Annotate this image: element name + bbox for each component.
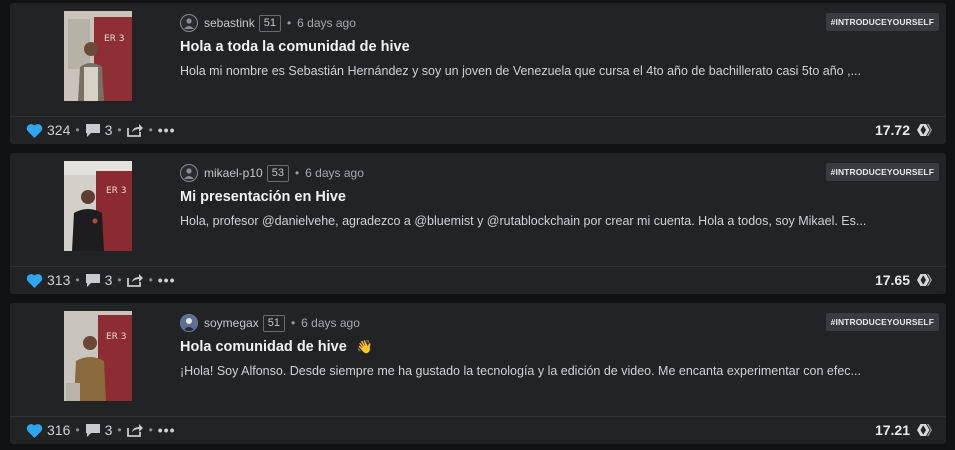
author-name[interactable]: soymegax: [204, 316, 259, 330]
payout-value[interactable]: 17.21: [875, 422, 910, 438]
card-divider: [10, 266, 946, 267]
post-actions: 313 • 3 • • •••: [26, 268, 175, 292]
share-icon[interactable]: [126, 423, 144, 437]
post-feed: ER 3 sebastink 51 • 6 days ago #INTRODUC…: [0, 0, 955, 450]
heart-icon[interactable]: [26, 123, 43, 138]
vote-count[interactable]: 324: [47, 122, 70, 138]
share-icon[interactable]: [126, 273, 144, 287]
action-separator: •: [117, 423, 122, 437]
comment-count[interactable]: 3: [105, 122, 113, 138]
post-excerpt[interactable]: Hola mi nombre es Sebastián Hernández y …: [180, 64, 920, 78]
more-options-icon[interactable]: •••: [158, 272, 176, 288]
svg-text:ER 3: ER 3: [104, 34, 125, 44]
card-divider: [10, 116, 946, 117]
community-tag[interactable]: #INTRODUCEYOURSELF: [825, 313, 939, 331]
post-card: ER 3 mikael-p10 53 • 6 days ago #INTRODU…: [10, 153, 946, 294]
hive-logo-icon: [916, 123, 932, 137]
post-title[interactable]: Hola comunidad de hive 👋: [180, 339, 373, 355]
community-tag[interactable]: #INTRODUCEYOURSELF: [825, 163, 939, 181]
svg-text:ER 3: ER 3: [106, 186, 127, 196]
meta-separator: •: [286, 16, 292, 30]
user-placeholder-icon[interactable]: [180, 14, 198, 32]
action-separator: •: [148, 423, 153, 437]
card-divider: [10, 416, 946, 417]
post-title-text[interactable]: Hola comunidad de hive: [180, 339, 347, 355]
action-separator: •: [75, 423, 80, 437]
post-body[interactable]: ER 3 sebastink 51 • 6 days ago #INTRODUC…: [10, 3, 946, 116]
hive-logo-icon: [916, 273, 932, 287]
payout-value[interactable]: 17.72: [875, 122, 910, 138]
svg-text:ER 3: ER 3: [106, 332, 127, 342]
vote-count[interactable]: 316: [47, 422, 70, 438]
post-title[interactable]: Hola a toda la comunidad de hive: [180, 39, 410, 55]
reputation-badge: 51: [258, 14, 281, 32]
post-thumbnail[interactable]: ER 3: [64, 311, 132, 401]
post-actions: 324 • 3 • • •••: [26, 118, 175, 142]
payout[interactable]: 17.65: [875, 268, 932, 292]
reputation-badge: 51: [262, 314, 285, 332]
action-separator: •: [148, 123, 153, 137]
action-separator: •: [117, 273, 122, 287]
waving-hand-emoji: 👋: [356, 339, 373, 354]
user-photo-avatar[interactable]: [180, 314, 198, 332]
post-actions: 316 • 3 • • •••: [26, 418, 175, 442]
post-card: ER 3 soymegax 51 • 6 days ago #INTRODUCE…: [10, 303, 946, 444]
action-separator: •: [117, 123, 122, 137]
more-options-icon[interactable]: •••: [158, 122, 176, 138]
action-separator: •: [75, 123, 80, 137]
user-placeholder-icon[interactable]: [180, 164, 198, 182]
author-name[interactable]: mikael-p10: [204, 166, 263, 180]
comment-icon[interactable]: [85, 123, 101, 138]
action-separator: •: [148, 273, 153, 287]
payout[interactable]: 17.72: [875, 118, 932, 142]
more-options-icon[interactable]: •••: [158, 422, 176, 438]
comment-icon[interactable]: [85, 423, 101, 438]
post-thumbnail[interactable]: ER 3: [64, 11, 132, 101]
comment-count[interactable]: 3: [105, 272, 113, 288]
comment-count[interactable]: 3: [105, 422, 113, 438]
post-meta: sebastink 51 • 6 days ago: [180, 13, 356, 33]
post-card: ER 3 sebastink 51 • 6 days ago #INTRODUC…: [10, 3, 946, 144]
payout-value[interactable]: 17.65: [875, 272, 910, 288]
post-time[interactable]: 6 days ago: [301, 316, 360, 330]
post-body[interactable]: ER 3 soymegax 51 • 6 days ago #INTRODUCE…: [10, 303, 946, 416]
community-tag[interactable]: #INTRODUCEYOURSELF: [825, 13, 939, 31]
author-name[interactable]: sebastink: [204, 16, 255, 30]
post-title[interactable]: Mi presentación en Hive: [180, 189, 346, 205]
meta-separator: •: [294, 166, 300, 180]
action-separator: •: [75, 273, 80, 287]
post-thumbnail[interactable]: ER 3: [64, 161, 132, 251]
heart-icon[interactable]: [26, 423, 43, 438]
post-excerpt[interactable]: ¡Hola! Soy Alfonso. Desde siempre me ha …: [180, 364, 920, 378]
vote-count[interactable]: 313: [47, 272, 70, 288]
comment-icon[interactable]: [85, 273, 101, 288]
share-icon[interactable]: [126, 123, 144, 137]
post-meta: mikael-p10 53 • 6 days ago: [180, 163, 364, 183]
post-excerpt[interactable]: Hola, profesor @danielvehe, agradezco a …: [180, 214, 920, 228]
heart-icon[interactable]: [26, 273, 43, 288]
post-body[interactable]: ER 3 mikael-p10 53 • 6 days ago #INTRODU…: [10, 153, 946, 266]
payout[interactable]: 17.21: [875, 418, 932, 442]
post-meta: soymegax 51 • 6 days ago: [180, 313, 360, 333]
meta-separator: •: [290, 316, 296, 330]
post-time[interactable]: 6 days ago: [297, 16, 356, 30]
hive-logo-icon: [916, 423, 932, 437]
post-time[interactable]: 6 days ago: [305, 166, 364, 180]
reputation-badge: 53: [266, 164, 289, 182]
